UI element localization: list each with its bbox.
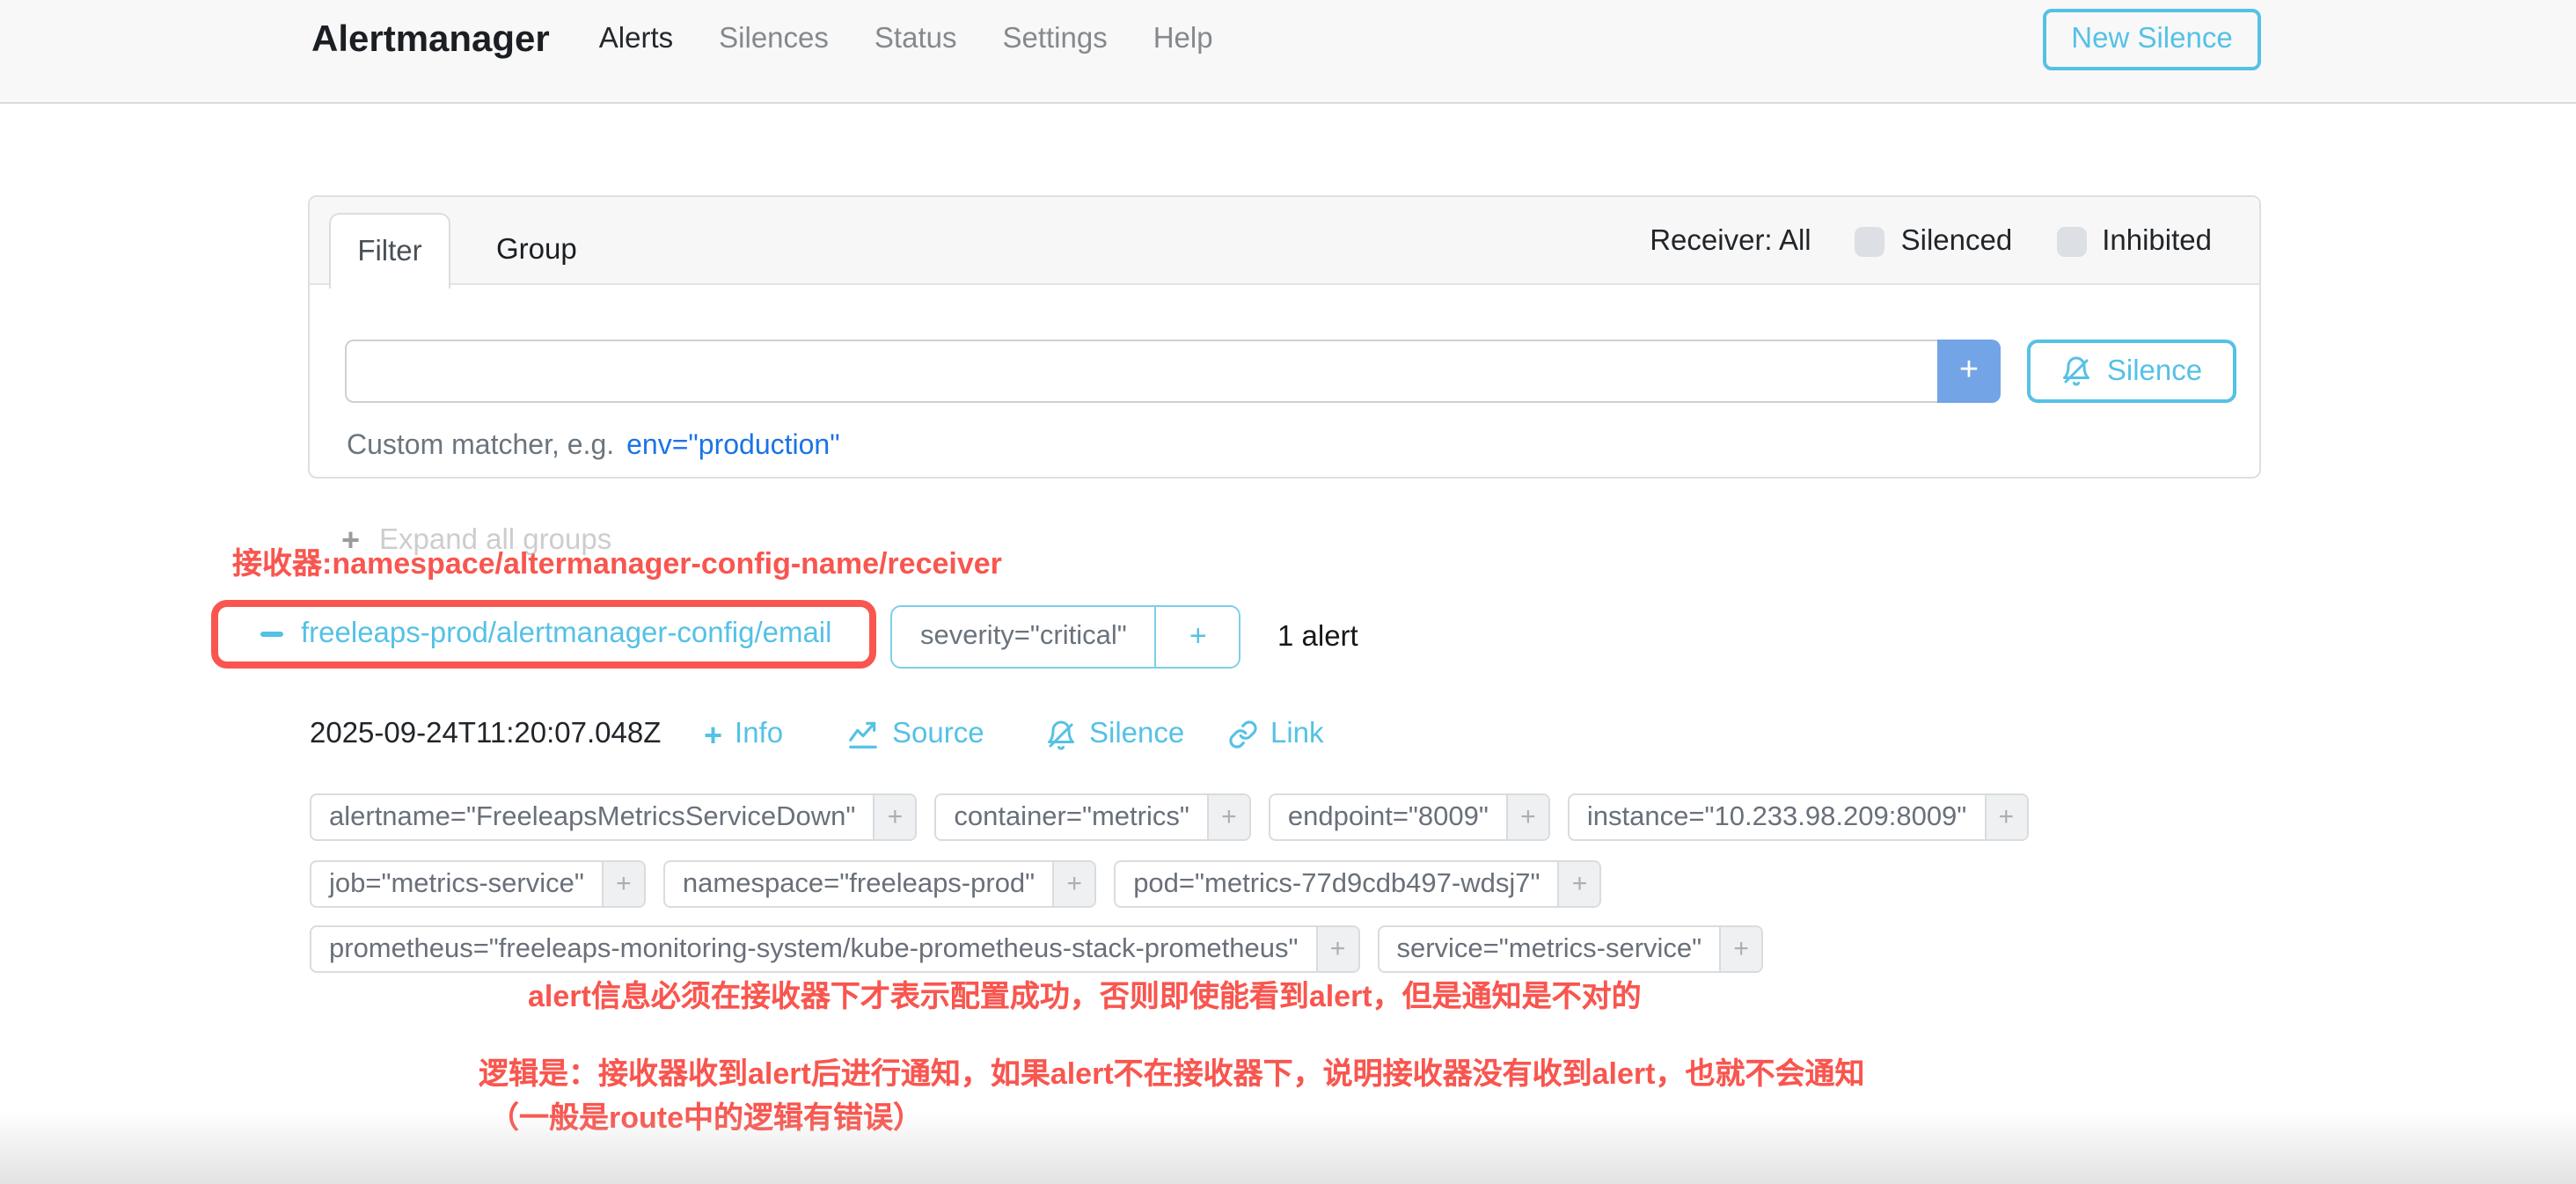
- app-brand: Alertmanager: [311, 18, 550, 61]
- silenced-checkbox[interactable]: Silenced: [1855, 224, 2013, 258]
- alert-silence-link[interactable]: Silence: [1045, 718, 1184, 751]
- filter-panel: Filter Group Receiver: All Silenced Inhi…: [308, 195, 2261, 479]
- alert-source-label: Source: [892, 718, 984, 751]
- silenced-checkbox-label: Silenced: [1901, 224, 2013, 258]
- add-filter-button[interactable]: +: [1207, 795, 1249, 839]
- annotation-config-note: alert信息必须在接收器下才表示配置成功，否则即使能看到alert，但是通知是…: [528, 971, 1642, 1015]
- filter-panel-header: Filter Group Receiver: All Silenced Inhi…: [310, 197, 2259, 285]
- annotation-highlight-box: freeleaps-prod/alertmanager-config/email: [211, 600, 876, 669]
- checkbox-icon[interactable]: [1855, 226, 1885, 256]
- tab-group[interactable]: Group: [472, 213, 602, 287]
- alert-row: 2025-09-24T11:20:07.048Z + Info Source S…: [0, 718, 2576, 760]
- silence-button[interactable]: Silence: [2027, 340, 2236, 403]
- alert-label-tag: instance="10.233.98.209:8009" +: [1568, 793, 2028, 841]
- new-silence-button[interactable]: New Silence: [2043, 9, 2261, 70]
- chart-line-icon: [846, 718, 880, 751]
- alert-label-tag: container="metrics" +: [934, 793, 1251, 841]
- tab-group-label: Group: [496, 233, 577, 267]
- group-matcher-text: severity="critical": [892, 607, 1155, 667]
- alert-link-label: Link: [1270, 718, 1324, 751]
- alert-count: 1 alert: [1277, 605, 1358, 669]
- alert-label-tag: namespace="freeleaps-prod" +: [663, 860, 1096, 908]
- alert-info-link[interactable]: + Info: [704, 718, 783, 751]
- alert-label-text: pod="metrics-77d9cdb497-wdsj7": [1116, 862, 1557, 906]
- inhibited-checkbox-label: Inhibited: [2102, 224, 2212, 258]
- alert-label-tag: alertname="FreeleapsMetricsServiceDown" …: [310, 793, 917, 841]
- alert-label-text: namespace="freeleaps-prod": [665, 862, 1052, 906]
- group-matcher-tag: severity="critical" +: [890, 605, 1241, 669]
- alert-source-link[interactable]: Source: [846, 718, 984, 751]
- alert-label-text: job="metrics-service": [311, 862, 602, 906]
- alert-label-text: endpoint="8009": [1270, 795, 1506, 839]
- alert-label-text: prometheus="freeleaps-monitoring-system/…: [311, 927, 1315, 971]
- group-matcher-add-button[interactable]: +: [1155, 607, 1240, 667]
- add-filter-button[interactable]: +: [1315, 927, 1358, 971]
- add-filter-button[interactable]: +: [1052, 862, 1094, 906]
- annotation-receiver-note: 接收器:namespace/altermanager-config-name/r…: [232, 538, 1002, 582]
- nav-item-help[interactable]: Help: [1153, 23, 1213, 56]
- nav-item-silences[interactable]: Silences: [719, 23, 829, 56]
- bell-slash-icon: [2061, 355, 2093, 387]
- add-filter-button[interactable]: +: [1558, 862, 1600, 906]
- alert-link-link[interactable]: Link: [1228, 718, 1324, 751]
- alert-label-tag: pod="metrics-77d9cdb497-wdsj7" +: [1114, 860, 1601, 908]
- alert-label-row: prometheus="freeleaps-monitoring-system/…: [310, 925, 1763, 973]
- matcher-helper-text: Custom matcher, e.g.: [347, 431, 614, 463]
- alert-group-name: freeleaps-prod/alertmanager-config/email: [301, 618, 832, 651]
- tab-filter[interactable]: Filter: [329, 213, 450, 289]
- nav-item-status[interactable]: Status: [875, 23, 957, 56]
- plus-icon: +: [704, 719, 722, 750]
- add-filter-button[interactable]: +: [873, 795, 915, 839]
- nav-item-alerts[interactable]: Alerts: [599, 23, 673, 56]
- alert-label-text: container="metrics": [936, 795, 1207, 839]
- alert-label-row: alertname="FreeleapsMetricsServiceDown" …: [310, 793, 2028, 841]
- alert-silence-label: Silence: [1089, 718, 1184, 751]
- bottom-shadow: [0, 1110, 2576, 1184]
- matcher-example-link[interactable]: env="production": [626, 431, 839, 463]
- add-filter-button[interactable]: +: [1506, 795, 1548, 839]
- alert-label-text: service="metrics-service": [1379, 927, 1719, 971]
- alert-label-text: instance="10.233.98.209:8009": [1570, 795, 1984, 839]
- silence-button-label: Silence: [2107, 354, 2202, 388]
- collapse-icon: [260, 632, 283, 638]
- alert-label-tag: job="metrics-service" +: [310, 860, 646, 908]
- add-matcher-button[interactable]: +: [1937, 340, 2001, 403]
- alert-label-tag: endpoint="8009" +: [1269, 793, 1550, 841]
- alert-info-label: Info: [735, 718, 783, 751]
- alert-label-tag: service="metrics-service" +: [1377, 925, 1763, 973]
- add-filter-button[interactable]: +: [602, 862, 644, 906]
- nav-item-settings[interactable]: Settings: [1002, 23, 1107, 56]
- alert-label-tag: prometheus="freeleaps-monitoring-system/…: [310, 925, 1359, 973]
- add-filter-button[interactable]: +: [1719, 927, 1761, 971]
- inhibited-checkbox[interactable]: Inhibited: [2056, 224, 2212, 258]
- annotation-route-note: （一般是route中的逻辑有错误）: [489, 1093, 923, 1136]
- annotation-logic-note: 逻辑是：接收器收到alert后进行通知，如果alert不在接收器下，说明接收器没…: [479, 1049, 1864, 1093]
- matcher-input[interactable]: [345, 340, 1937, 403]
- navbar: Alertmanager Alerts Silences Status Sett…: [0, 0, 2576, 104]
- alert-timestamp: 2025-09-24T11:20:07.048Z: [310, 718, 661, 751]
- alert-label-row: job="metrics-service" + namespace="freel…: [310, 860, 1602, 908]
- add-filter-button[interactable]: +: [1984, 795, 2026, 839]
- alert-group-toggle[interactable]: freeleaps-prod/alertmanager-config/email: [218, 607, 869, 661]
- tab-filter-label: Filter: [357, 235, 421, 268]
- bell-slash-icon: [1045, 719, 1077, 750]
- checkbox-icon[interactable]: [2056, 226, 2086, 256]
- receiver-filter-label[interactable]: Receiver: All: [1650, 224, 1811, 258]
- link-icon: [1228, 720, 1258, 749]
- alert-label-text: alertname="FreeleapsMetricsServiceDown": [311, 795, 873, 839]
